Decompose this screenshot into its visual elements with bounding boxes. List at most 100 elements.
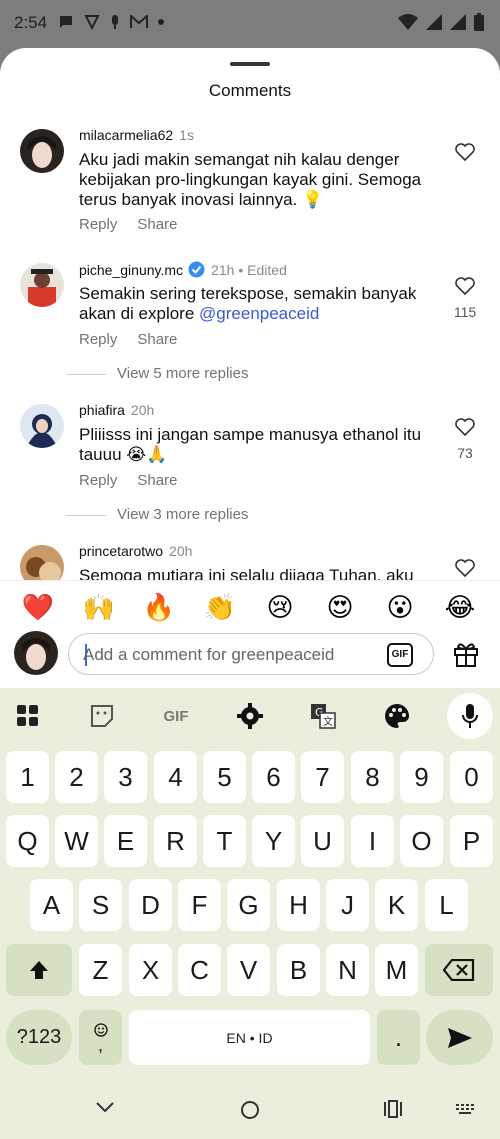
key-4[interactable]: 4 — [154, 751, 197, 803]
key-m[interactable]: M — [375, 944, 418, 996]
keyboard-switch-icon[interactable] — [456, 1104, 476, 1116]
comment-username[interactable]: phiafira — [79, 402, 125, 418]
key-u[interactable]: U — [301, 815, 344, 867]
emoji-reaction-bar: ❤️ 🙌 🔥 👏 😢 😍 😮 😂 — [0, 580, 500, 630]
emoji-fire-button[interactable]: 🔥 — [139, 592, 179, 622]
key-1[interactable]: 1 — [6, 751, 49, 803]
reply-button[interactable]: Reply — [79, 216, 117, 233]
key-k[interactable]: K — [375, 879, 418, 931]
translate-icon[interactable]: G文 — [303, 698, 343, 734]
gift-icon[interactable] — [452, 639, 480, 667]
chat-icon — [60, 16, 72, 28]
recents-icon[interactable] — [383, 1100, 403, 1118]
key-g[interactable]: G — [227, 879, 270, 931]
mic-icon[interactable] — [447, 693, 493, 739]
apps-icon[interactable] — [8, 698, 48, 734]
status-bar: 2:54 — [0, 0, 500, 48]
key-7[interactable]: 7 — [301, 751, 344, 803]
space-bar[interactable]: EN • ID — [129, 1010, 370, 1065]
key-a[interactable]: A — [30, 879, 73, 931]
home-circle-icon[interactable] — [240, 1100, 260, 1120]
settings-icon[interactable] — [230, 698, 270, 734]
comment-username[interactable]: princetarotwo — [79, 543, 163, 559]
key-3[interactable]: 3 — [104, 751, 147, 803]
avatar[interactable] — [20, 263, 64, 307]
like-button[interactable] — [450, 143, 480, 166]
emoji-laugh-button[interactable]: 😂 — [440, 592, 480, 622]
edited-label: • Edited — [238, 262, 287, 278]
comment-header: princetarotwo 20h — [79, 543, 192, 559]
key-z[interactable]: Z — [79, 944, 122, 996]
key-q[interactable]: Q — [6, 815, 49, 867]
status-time: 2:54 — [14, 13, 48, 32]
key-f[interactable]: F — [178, 879, 221, 931]
gif-button[interactable]: GIF — [387, 643, 413, 667]
key-l[interactable]: L — [425, 879, 468, 931]
comment-header: milacarmelia62 1s — [79, 127, 194, 143]
comment-username[interactable]: milacarmelia62 — [79, 127, 173, 143]
comment-input[interactable] — [83, 643, 373, 667]
emoji-heart-button[interactable]: ❤️ — [18, 592, 58, 622]
like-button[interactable]: 115 — [450, 277, 480, 320]
key-w[interactable]: W — [55, 815, 98, 867]
key-8[interactable]: 8 — [351, 751, 394, 803]
send-key[interactable] — [426, 1010, 493, 1065]
signal-icon — [450, 14, 466, 30]
key-p[interactable]: P — [450, 815, 493, 867]
key-c[interactable]: C — [178, 944, 221, 996]
symbols-key[interactable]: ?123 — [6, 1010, 72, 1065]
key-r[interactable]: R — [154, 815, 197, 867]
key-n[interactable]: N — [326, 944, 369, 996]
emoji-heart-eyes-button[interactable]: 😍 — [320, 592, 360, 622]
backspace-key[interactable] — [425, 944, 493, 996]
period-key[interactable]: . — [377, 1010, 420, 1065]
gif-icon[interactable]: GIF — [156, 698, 196, 734]
palette-icon[interactable] — [377, 698, 417, 734]
key-0[interactable]: 0 — [450, 751, 493, 803]
view-more-replies[interactable]: View 5 more replies — [66, 364, 366, 384]
comment-text: Semakin sering terekspose, semakin banya… — [79, 284, 429, 324]
key-x[interactable]: X — [129, 944, 172, 996]
key-t[interactable]: T — [203, 815, 246, 867]
key-d[interactable]: D — [129, 879, 172, 931]
share-button[interactable]: Share — [137, 331, 177, 348]
emoji-raised-hands-button[interactable]: 🙌 — [79, 592, 119, 622]
avatar[interactable] — [20, 404, 64, 448]
reply-button[interactable]: Reply — [79, 472, 117, 489]
key-h[interactable]: H — [277, 879, 320, 931]
mention-link[interactable]: @greenpeaceid — [199, 304, 319, 323]
comment-username[interactable]: piche_ginuny.mc — [79, 262, 183, 278]
sticker-icon[interactable] — [82, 698, 122, 734]
comment-input-box[interactable]: GIF — [68, 633, 434, 675]
emoji-cry-button[interactable]: 😢 — [260, 592, 300, 622]
key-9[interactable]: 9 — [400, 751, 443, 803]
chevron-down-icon[interactable] — [95, 1100, 115, 1114]
key-5[interactable]: 5 — [203, 751, 246, 803]
view-more-replies[interactable]: View 3 more replies — [66, 505, 366, 525]
notification-icons — [58, 14, 164, 30]
avatar[interactable] — [20, 129, 64, 173]
key-o[interactable]: O — [400, 815, 443, 867]
like-button[interactable] — [450, 559, 480, 582]
comment-item: princetarotwo 20h Semoga mutiara ini sela… — [0, 543, 500, 589]
key-s[interactable]: S — [79, 879, 122, 931]
key-j[interactable]: J — [326, 879, 369, 931]
emoji-comma-key[interactable]: , — [79, 1010, 122, 1065]
key-v[interactable]: V — [227, 944, 270, 996]
drag-handle[interactable] — [230, 62, 270, 66]
shift-key[interactable] — [6, 944, 72, 996]
key-6[interactable]: 6 — [252, 751, 295, 803]
key-e[interactable]: E — [104, 815, 147, 867]
share-button[interactable]: Share — [137, 216, 177, 233]
emoji-clap-button[interactable]: 👏 — [200, 592, 240, 622]
key-2[interactable]: 2 — [55, 751, 98, 803]
reply-button[interactable]: Reply — [79, 331, 117, 348]
svg-text:文: 文 — [323, 715, 333, 728]
like-button[interactable]: 73 — [450, 418, 480, 461]
emoji-surprised-button[interactable]: 😮 — [380, 592, 420, 622]
divider — [66, 515, 106, 516]
share-button[interactable]: Share — [137, 472, 177, 489]
key-y[interactable]: Y — [252, 815, 295, 867]
key-i[interactable]: I — [351, 815, 394, 867]
key-b[interactable]: B — [277, 944, 320, 996]
